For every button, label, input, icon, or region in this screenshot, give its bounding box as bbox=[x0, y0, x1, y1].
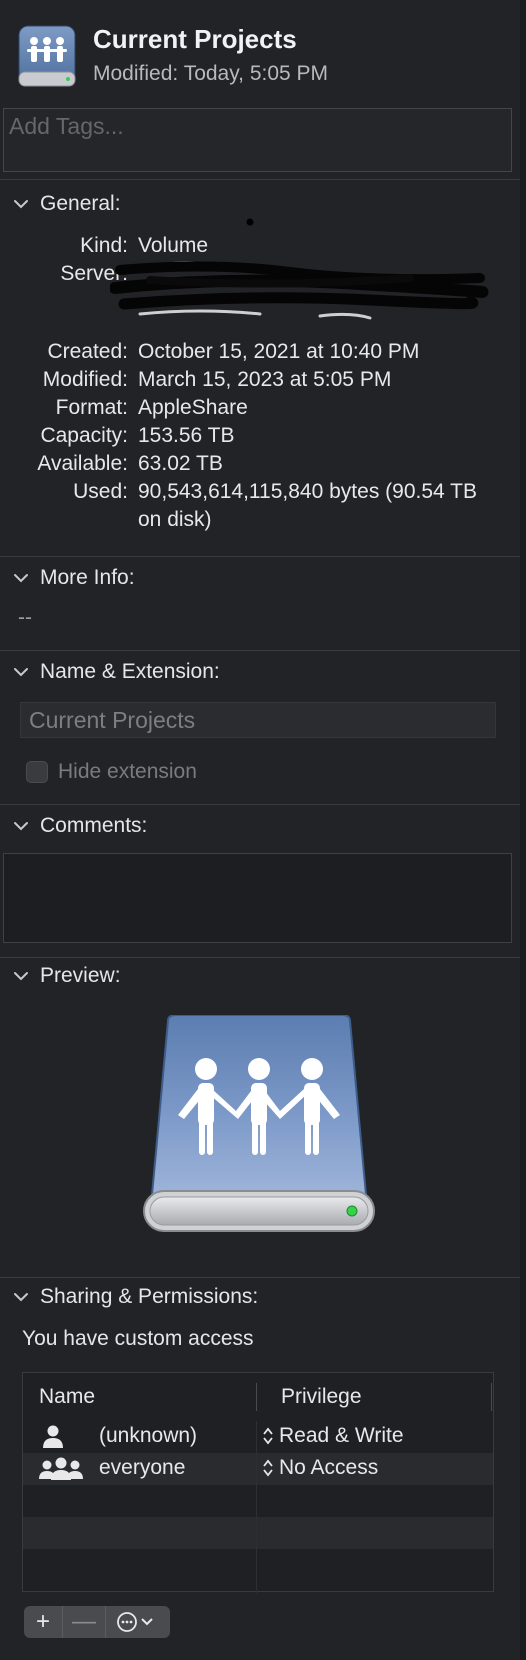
section-name-extension-title: Name & Extension: bbox=[40, 660, 220, 683]
dot-mark bbox=[246, 218, 254, 226]
section-preview-toggle[interactable]: Preview: bbox=[12, 961, 121, 991]
column-grid-line bbox=[256, 1421, 257, 1593]
single-user-icon bbox=[43, 1425, 63, 1448]
privilege-select[interactable]: Read & Write bbox=[263, 1424, 404, 1448]
hide-extension-option[interactable]: Hide extension bbox=[26, 760, 197, 784]
tags-input[interactable] bbox=[7, 112, 491, 141]
section-more-info-toggle[interactable]: More Info: bbox=[12, 563, 135, 593]
modified-value: Today, 5:05 PM bbox=[183, 62, 329, 85]
section-general-title: General: bbox=[40, 192, 121, 215]
info-window: Current Projects Modified: Today, 5:05 P… bbox=[0, 0, 521, 1660]
permissions-table: Name Privilege (unknown) Read & Write ev… bbox=[22, 1372, 494, 1593]
group-users-icon bbox=[39, 1457, 83, 1480]
divider bbox=[0, 957, 520, 958]
privilege-value: Read & Write bbox=[279, 1424, 404, 1447]
created-label: Created: bbox=[47, 340, 128, 363]
section-comments-toggle[interactable]: Comments: bbox=[12, 811, 147, 841]
name-field[interactable] bbox=[20, 702, 496, 738]
action-menu-button[interactable] bbox=[106, 1606, 170, 1638]
section-preview-title: Preview: bbox=[40, 964, 121, 987]
divider bbox=[0, 804, 520, 805]
divider bbox=[0, 556, 520, 557]
remove-user-button[interactable]: — bbox=[62, 1606, 106, 1638]
volume-title: Current Projects bbox=[93, 24, 297, 54]
section-sharing-title: Sharing & Permissions: bbox=[40, 1285, 259, 1308]
chevron-down-icon bbox=[14, 668, 28, 677]
add-user-button[interactable]: + bbox=[24, 1606, 62, 1638]
window-edge bbox=[520, 0, 526, 1660]
hide-extension-checkbox[interactable] bbox=[26, 761, 48, 783]
user-name: everyone bbox=[99, 1456, 186, 1479]
capacity-label: Capacity: bbox=[40, 424, 128, 447]
divider bbox=[0, 179, 520, 180]
table-row-empty bbox=[23, 1485, 493, 1517]
modified-date-label: Modified: bbox=[42, 368, 128, 391]
capacity-value: 153.56 TB bbox=[138, 424, 235, 447]
hide-extension-label: Hide extension bbox=[58, 760, 197, 783]
more-info-value: -- bbox=[18, 606, 32, 629]
table-row-empty bbox=[23, 1549, 493, 1581]
section-more-info-title: More Info: bbox=[40, 566, 135, 589]
table-row[interactable]: (unknown) Read & Write bbox=[23, 1421, 493, 1453]
chevron-down-icon bbox=[14, 200, 28, 209]
tags-field[interactable] bbox=[3, 108, 512, 172]
chevron-down-icon bbox=[14, 822, 28, 831]
divider bbox=[0, 1277, 520, 1278]
format-value: AppleShare bbox=[138, 396, 248, 419]
section-name-extension-toggle[interactable]: Name & Extension: bbox=[12, 657, 220, 687]
used-value: 90,543,614,115,840 bytes (90.54 TB on di… bbox=[138, 480, 477, 531]
user-name: (unknown) bbox=[99, 1424, 198, 1447]
available-label: Available: bbox=[37, 452, 128, 475]
divider bbox=[0, 650, 520, 651]
shared-volume-preview-icon bbox=[143, 1015, 375, 1232]
table-row-empty bbox=[23, 1517, 493, 1549]
chevron-down-icon bbox=[14, 972, 28, 981]
privilege-select[interactable]: No Access bbox=[263, 1456, 378, 1480]
shared-volume-icon bbox=[18, 25, 76, 87]
chevron-down-icon bbox=[14, 1293, 28, 1302]
up-down-arrows-icon bbox=[263, 1427, 273, 1445]
permissions-button-bar: + — bbox=[24, 1606, 170, 1638]
column-separator bbox=[491, 1383, 492, 1411]
column-header-privilege[interactable]: Privilege bbox=[281, 1373, 362, 1421]
chevron-down-icon bbox=[14, 574, 28, 583]
name-input[interactable] bbox=[27, 706, 491, 735]
section-comments-title: Comments: bbox=[40, 814, 148, 837]
kind-label: Kind: bbox=[80, 234, 128, 257]
privilege-value: No Access bbox=[279, 1456, 379, 1479]
table-row[interactable]: everyone No Access bbox=[23, 1453, 493, 1485]
redaction-scribble bbox=[110, 261, 489, 320]
modified-date-value: March 15, 2023 at 5:05 PM bbox=[138, 368, 392, 391]
column-separator[interactable] bbox=[256, 1383, 257, 1411]
created-value: October 15, 2021 at 10:40 PM bbox=[138, 340, 420, 363]
ellipsis-circle-icon bbox=[117, 1612, 153, 1632]
comments-textarea[interactable] bbox=[4, 854, 515, 946]
up-down-arrows-icon bbox=[263, 1459, 273, 1477]
kind-value: Volume bbox=[138, 234, 209, 257]
modified-summary: Modified: Today, 5:05 PM bbox=[93, 62, 328, 86]
available-value: 63.02 TB bbox=[138, 452, 223, 475]
comments-box[interactable] bbox=[3, 853, 515, 946]
section-general-toggle[interactable]: General: bbox=[12, 189, 121, 219]
format-label: Format: bbox=[55, 396, 128, 419]
section-sharing-toggle[interactable]: Sharing & Permissions: bbox=[12, 1282, 258, 1312]
access-summary: You have custom access bbox=[22, 1327, 254, 1350]
used-label: Used: bbox=[73, 480, 128, 503]
modified-label: Modified: bbox=[93, 62, 179, 85]
column-header-name[interactable]: Name bbox=[39, 1373, 95, 1421]
